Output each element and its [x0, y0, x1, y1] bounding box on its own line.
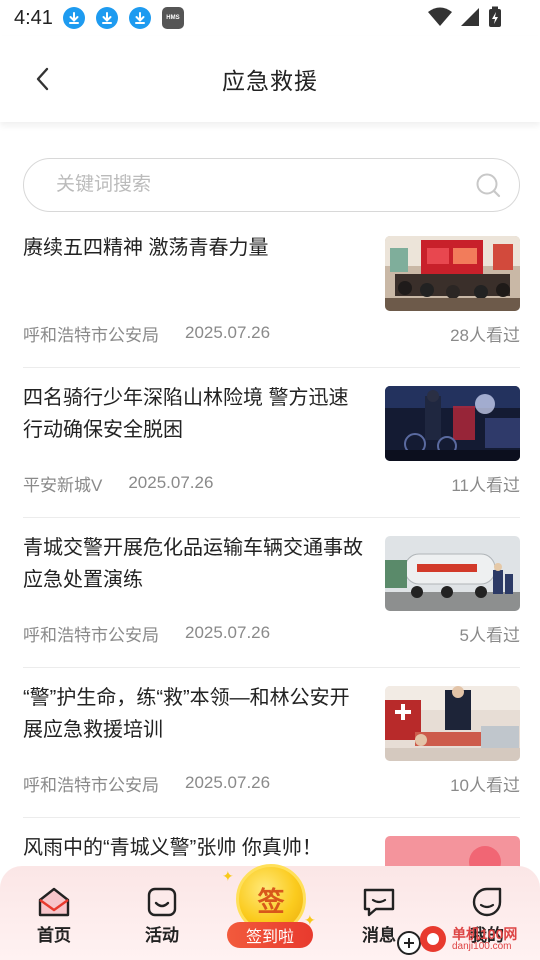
sign-in-coin-char: 签 [257, 886, 285, 917]
back-button[interactable] [28, 64, 58, 94]
message-icon [363, 888, 395, 917]
nav-label: 活动 [145, 926, 179, 945]
search-input[interactable] [56, 174, 475, 196]
sign-in-button[interactable]: ✦ ✦ 签 签到啦 [222, 864, 316, 960]
news-thumbnail [385, 236, 520, 311]
news-item[interactable]: “警”护生命，练“救”本领—和林公安开展应急救援培训 呼和浩特市公安局 2025… [23, 668, 520, 818]
download-icon [62, 7, 85, 29]
wifi-icon [428, 7, 452, 26]
news-views: 28人看过 [450, 325, 520, 345]
news-meta: 呼和浩特市公安局 2025.07.26 5人看过 [23, 622, 520, 645]
watermark-text: 单机100网 [452, 925, 518, 942]
news-source: 呼和浩特市公安局 [23, 625, 159, 645]
news-title: 赓续五四精神 激荡青春力量 [23, 237, 269, 259]
app-screen: 4:41 HMS 应急救援 赓续五四精神 激荡青春力量 [0, 0, 540, 960]
news-views: 10人看过 [450, 775, 520, 795]
nav-home[interactable]: 首页 [19, 886, 89, 946]
news-meta: 呼和浩特市公安局 2025.07.26 10人看过 [23, 772, 520, 795]
app-header: 应急救援 [0, 36, 540, 122]
sign-in-label: 签到啦 [227, 922, 313, 948]
status-right-icons [428, 6, 502, 28]
news-thumbnail [385, 386, 520, 461]
page-title: 应急救援 [222, 68, 318, 94]
news-date: 2025.07.26 [185, 323, 271, 342]
watermark-logo-icon [397, 926, 446, 955]
news-date: 2025.07.26 [128, 473, 214, 492]
sparkle-icon: ✦ [222, 868, 234, 884]
news-thumbnail [385, 686, 520, 761]
news-meta: 呼和浩特市公安局 2025.07.26 28人看过 [23, 322, 520, 345]
news-date: 2025.07.26 [185, 623, 271, 642]
watermark: 单机100网 danji100.com [393, 918, 540, 960]
news-views: 11人看过 [451, 475, 520, 495]
status-bar: 4:41 HMS [0, 0, 540, 36]
news-meta: 平安新城V 2025.07.26 11人看过 [23, 472, 520, 495]
news-views: 5人看过 [459, 625, 520, 645]
search-icon[interactable] [475, 172, 501, 198]
profile-icon [472, 887, 502, 917]
watermark-url: danji100.com [452, 940, 512, 952]
news-item[interactable]: 赓续五四精神 激荡青春力量 呼和浩特市公安局 2025.07.26 28人看过 [23, 218, 520, 368]
news-source: 呼和浩特市公安局 [23, 325, 159, 345]
nav-activity[interactable]: 活动 [127, 886, 197, 946]
nav-label: 消息 [362, 926, 396, 945]
news-thumbnail [385, 536, 520, 611]
search-bar [23, 158, 520, 212]
news-title: “警”护生命，练“救”本领—和林公安开展应急救援培训 [23, 687, 350, 741]
hms-icon: HMS [161, 7, 184, 29]
battery-charging-icon [489, 6, 501, 27]
status-time: 4:41 [14, 6, 53, 29]
nav-label: 首页 [37, 926, 71, 945]
news-title: 四名骑行少年深陷山林险境 警方迅速行动确保安全脱困 [23, 387, 349, 441]
news-source: 平安新城V [23, 475, 103, 495]
news-date: 2025.07.26 [185, 773, 271, 792]
news-item[interactable]: 四名骑行少年深陷山林险境 警方迅速行动确保安全脱困 平安新城V 2025.07.… [23, 368, 520, 518]
activity-icon [147, 887, 177, 917]
signal-icon [461, 8, 479, 26]
download-icon [128, 7, 151, 29]
news-item[interactable]: 青城交警开展危化品运输车辆交通事故应急处置演练 呼和浩特市公安局 2025.07… [23, 518, 520, 668]
news-title: 青城交警开展危化品运输车辆交通事故应急处置演练 [23, 537, 363, 591]
chevron-left-icon [36, 67, 49, 91]
home-icon [38, 887, 70, 917]
news-source: 呼和浩特市公安局 [23, 775, 159, 795]
download-icon [95, 7, 118, 29]
news-list: 赓续五四精神 激荡青春力量 呼和浩特市公安局 2025.07.26 28人看过 … [23, 218, 520, 960]
news-title: 风雨中的“青城义警”张帅 你真帅！ [23, 837, 322, 859]
